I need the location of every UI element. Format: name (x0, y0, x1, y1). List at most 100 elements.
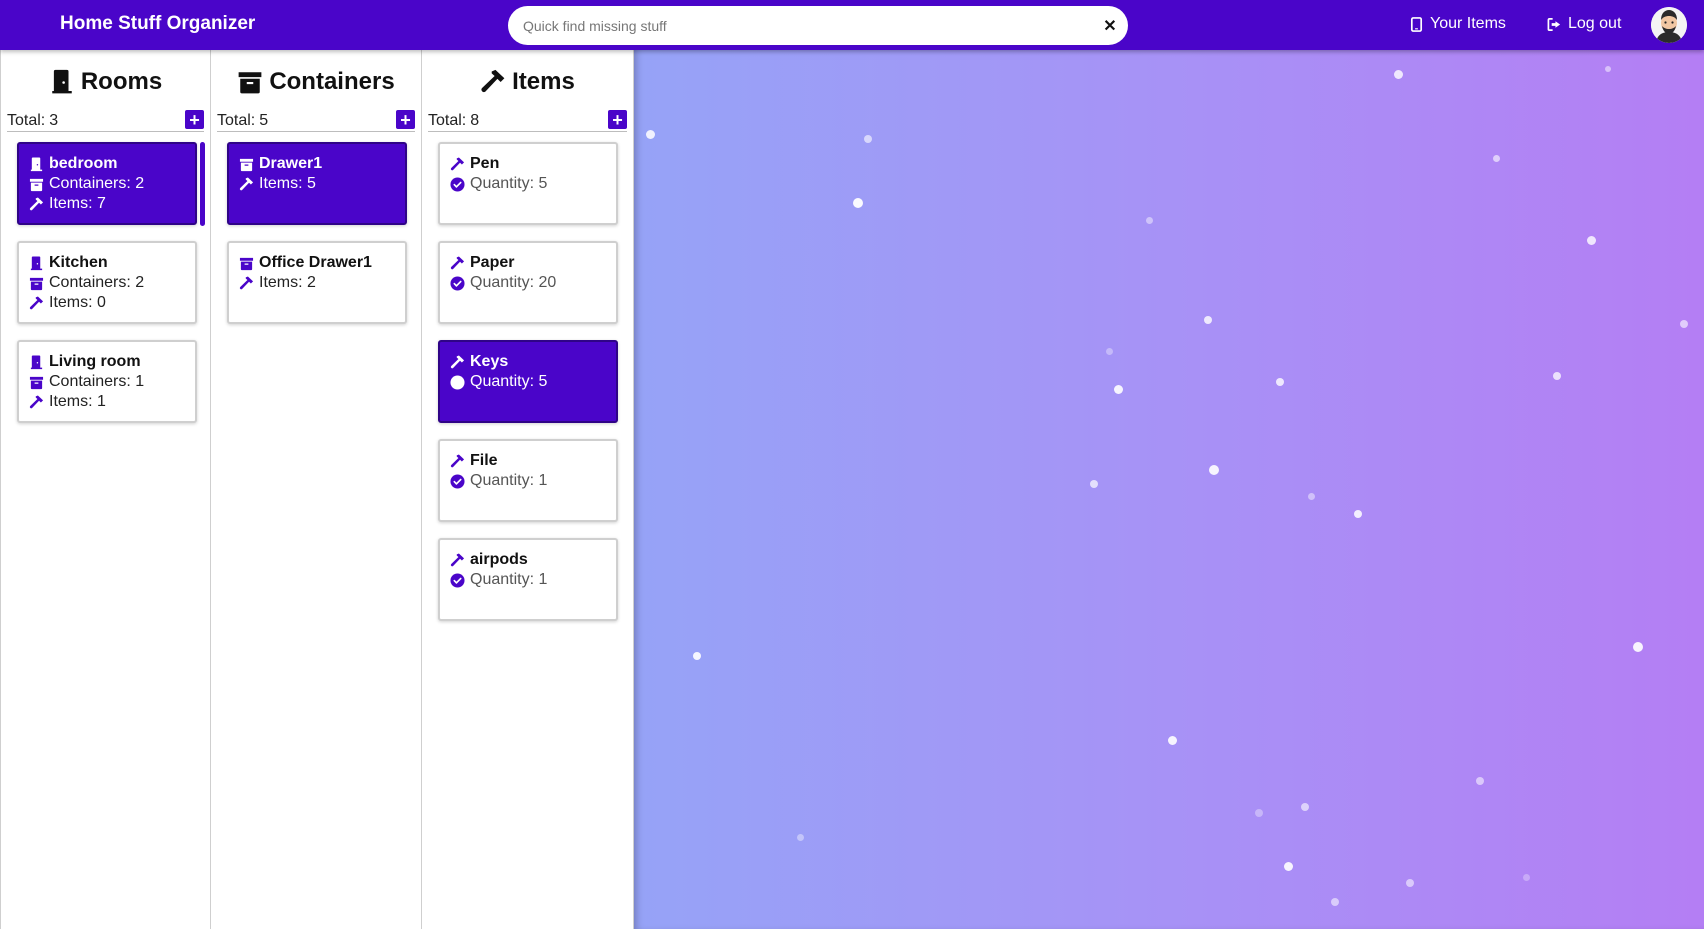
particle (1553, 372, 1561, 380)
item-quantity: Quantity: 5 (470, 373, 548, 390)
particle (1106, 348, 1113, 355)
user-avatar[interactable] (1651, 7, 1687, 43)
particle (693, 652, 701, 660)
brand-title[interactable]: Home Stuff Organizer (60, 13, 255, 35)
rooms-total: Total: 3 (7, 112, 58, 130)
item-card[interactable]: Pen Quantity: 5 (438, 142, 618, 225)
room-card[interactable]: bedroom Containers: 2 Items: 7 (17, 142, 197, 225)
particle (1493, 155, 1500, 162)
room-card[interactable]: Living room Containers: 1 Items: 1 (17, 340, 197, 423)
rooms-total-label: Total: (7, 111, 46, 129)
particle (1587, 236, 1596, 245)
particle (1633, 642, 1643, 652)
room-items-count: Items: 1 (49, 393, 106, 410)
hammer-icon (29, 197, 44, 212)
container-card[interactable]: Drawer1 Items: 5 (227, 142, 407, 225)
item-name: airpods (470, 551, 528, 568)
rooms-total-value: 3 (49, 111, 59, 129)
item-quantity: Quantity: 20 (470, 274, 557, 291)
item-card[interactable]: airpods Quantity: 1 (438, 538, 618, 621)
door-icon (29, 355, 44, 370)
your-items-label: Your Items (1430, 15, 1506, 32)
containers-total-value: 5 (259, 111, 269, 129)
room-name: bedroom (49, 155, 118, 172)
particle (1114, 385, 1123, 394)
your-items-link[interactable]: Your Items (1409, 15, 1506, 33)
particle (1284, 862, 1293, 871)
container-items-count: Items: 2 (259, 274, 316, 291)
hammer-icon (239, 276, 254, 291)
particle (1301, 803, 1309, 811)
container-items-count: Items: 5 (259, 175, 316, 192)
check-circle-icon (450, 177, 465, 192)
door-icon (29, 157, 44, 172)
container-name: Office Drawer1 (259, 254, 372, 271)
particle (1146, 217, 1153, 224)
hammer-icon (29, 296, 44, 311)
room-items-count: Items: 7 (49, 195, 106, 212)
particle (1204, 316, 1212, 324)
hammer-icon (450, 157, 465, 172)
item-name: Pen (470, 155, 500, 172)
hammer-icon (239, 177, 254, 192)
rooms-heading: Rooms (1, 68, 210, 96)
items-heading: Items (422, 68, 633, 96)
hammer-icon (480, 69, 506, 95)
room-containers-count: Containers: 1 (49, 373, 145, 390)
room-containers-count: Containers: 2 (49, 274, 145, 291)
archive-box-icon (29, 177, 44, 192)
particle (1209, 465, 1219, 475)
hammer-icon (450, 553, 465, 568)
particle (1168, 736, 1177, 745)
items-total-row: Total: 8 + (428, 110, 627, 132)
top-navbar: Home Stuff Organizer ✕ Your Items Log ou… (0, 0, 1704, 50)
items-total: Total: 8 (428, 112, 479, 130)
items-heading-text: Items (512, 68, 575, 95)
check-circle-icon (450, 375, 465, 390)
check-circle-icon (450, 474, 465, 489)
add-container-button[interactable]: + (396, 110, 415, 129)
particle (1476, 777, 1484, 785)
archive-box-icon (29, 375, 44, 390)
item-card[interactable]: File Quantity: 1 (438, 439, 618, 522)
particle (646, 130, 655, 139)
tablet-icon (1410, 16, 1423, 32)
containers-total: Total: 5 (217, 112, 268, 130)
archive-box-icon (237, 69, 263, 95)
particle (853, 198, 863, 208)
item-quantity: Quantity: 1 (470, 472, 548, 489)
clear-search-icon[interactable]: ✕ (1092, 16, 1128, 36)
item-card[interactable]: Keys Quantity: 5 (438, 340, 618, 423)
item-name: File (470, 452, 498, 469)
room-items-count: Items: 0 (49, 294, 106, 311)
container-card[interactable]: Office Drawer1 Items: 2 (227, 241, 407, 324)
logout-link[interactable]: Log out (1547, 15, 1621, 33)
containers-total-row: Total: 5 + (217, 110, 415, 132)
items-total-value: 8 (470, 111, 480, 129)
add-item-button[interactable]: + (608, 110, 627, 129)
particle (1308, 493, 1315, 500)
item-card[interactable]: Paper Quantity: 20 (438, 241, 618, 324)
room-containers-count: Containers: 2 (49, 175, 145, 192)
rooms-total-row: Total: 3 + (7, 110, 204, 132)
particle (1394, 70, 1403, 79)
particle (1276, 378, 1284, 386)
avatar-face-icon (1651, 7, 1687, 43)
particle (797, 834, 804, 841)
archive-box-icon (239, 157, 254, 172)
item-quantity: Quantity: 5 (470, 175, 548, 192)
room-name: Living room (49, 353, 141, 370)
hammer-icon (450, 454, 465, 469)
containers-total-label: Total: (217, 111, 256, 129)
hammer-icon (29, 395, 44, 410)
hammer-icon (450, 355, 465, 370)
door-icon (29, 256, 44, 271)
add-room-button[interactable]: + (185, 110, 204, 129)
archive-box-icon (29, 276, 44, 291)
room-card[interactable]: Kitchen Containers: 2 Items: 0 (17, 241, 197, 324)
search-input[interactable] (508, 6, 1092, 45)
container-name: Drawer1 (259, 155, 323, 172)
room-name: Kitchen (49, 254, 108, 271)
rooms-scrollbar-thumb[interactable] (200, 142, 205, 226)
hammer-icon (450, 256, 465, 271)
